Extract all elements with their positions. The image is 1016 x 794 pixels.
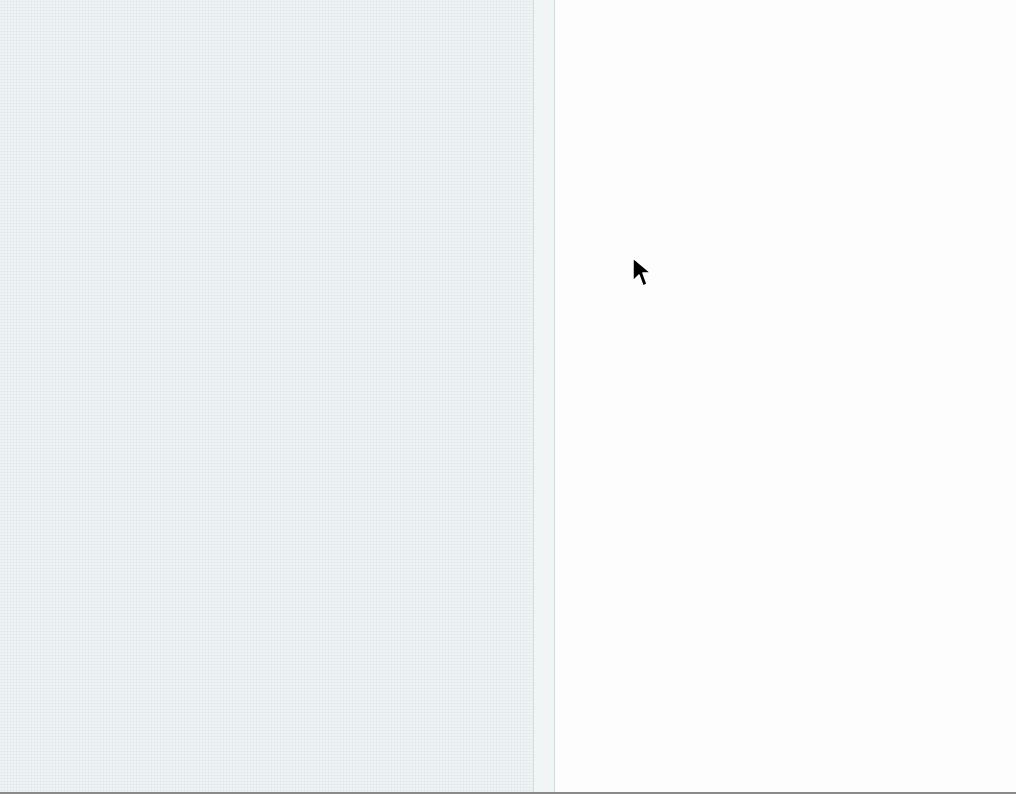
pane-divider[interactable] <box>533 0 555 792</box>
left-pane[interactable] <box>0 0 533 792</box>
right-pane[interactable] <box>555 0 1016 792</box>
screen <box>0 0 1016 794</box>
